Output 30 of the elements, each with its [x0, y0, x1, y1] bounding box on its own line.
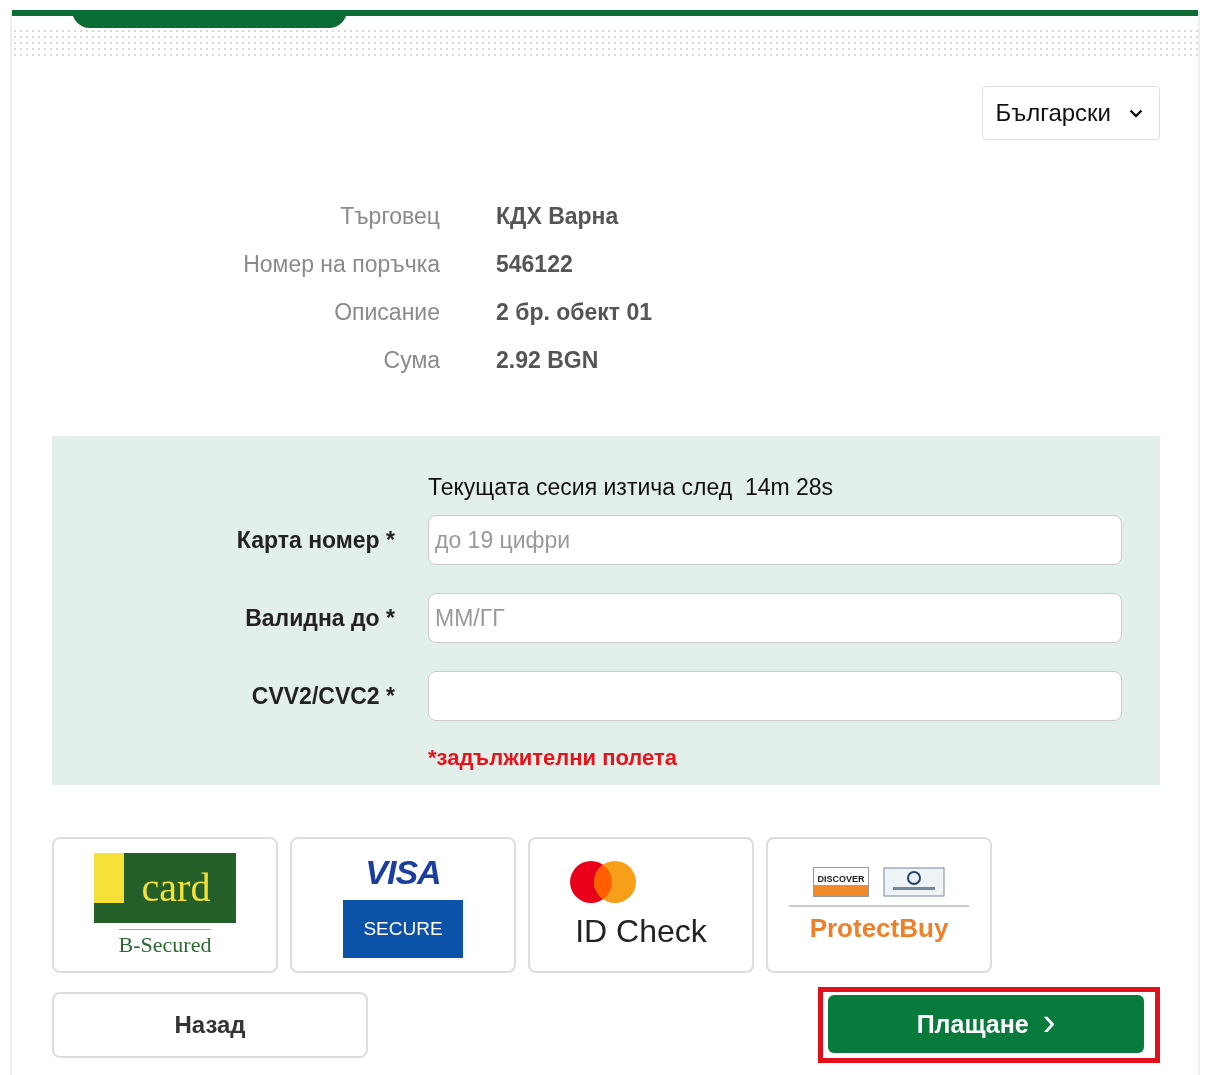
field-label: Валидна до *	[244, 604, 395, 632]
pay-button[interactable]: Плащане ›	[828, 995, 1144, 1053]
back-button[interactable]: Назад	[52, 992, 368, 1058]
detail-value: КДХ Варна	[496, 202, 620, 230]
detail-label: Номер на поръчка	[242, 250, 440, 278]
field-label: CVV2/CVC2 *	[250, 682, 395, 710]
session-timer: Текущата сесия изтича след 14m 28s	[428, 474, 835, 501]
field-label: Карта номер *	[235, 526, 395, 554]
detail-value: 546122	[496, 250, 574, 278]
detail-label: Търговец	[339, 202, 440, 230]
input-field[interactable]: ММ/ГГ	[428, 593, 1122, 643]
logo-caption: SECURE	[343, 899, 463, 958]
logo-text: card	[140, 864, 211, 911]
input-field[interactable]	[428, 671, 1122, 721]
detail-value: 2 бр. обект 01	[496, 298, 653, 326]
detail-label: Описание	[333, 298, 440, 326]
detail-label: Сума	[382, 346, 440, 374]
card-brand-icon	[882, 866, 945, 897]
input-field[interactable]: до 19 цифри	[428, 515, 1122, 565]
chevron-down-icon	[1129, 108, 1143, 118]
emblem-shape	[94, 852, 124, 903]
detail-value: 2.92 BGN	[496, 346, 600, 374]
required-note: *задължителни полета	[428, 745, 678, 771]
circles-icon	[570, 860, 636, 903]
logo-text: VISA	[365, 852, 441, 892]
logo-text: ID Check	[575, 912, 707, 950]
language-select[interactable]: Български	[982, 86, 1160, 140]
logo-text: DISCOVER	[813, 866, 869, 897]
logo-caption: ProtectBuy	[809, 912, 949, 944]
logo-caption: B-Secured	[118, 928, 212, 958]
